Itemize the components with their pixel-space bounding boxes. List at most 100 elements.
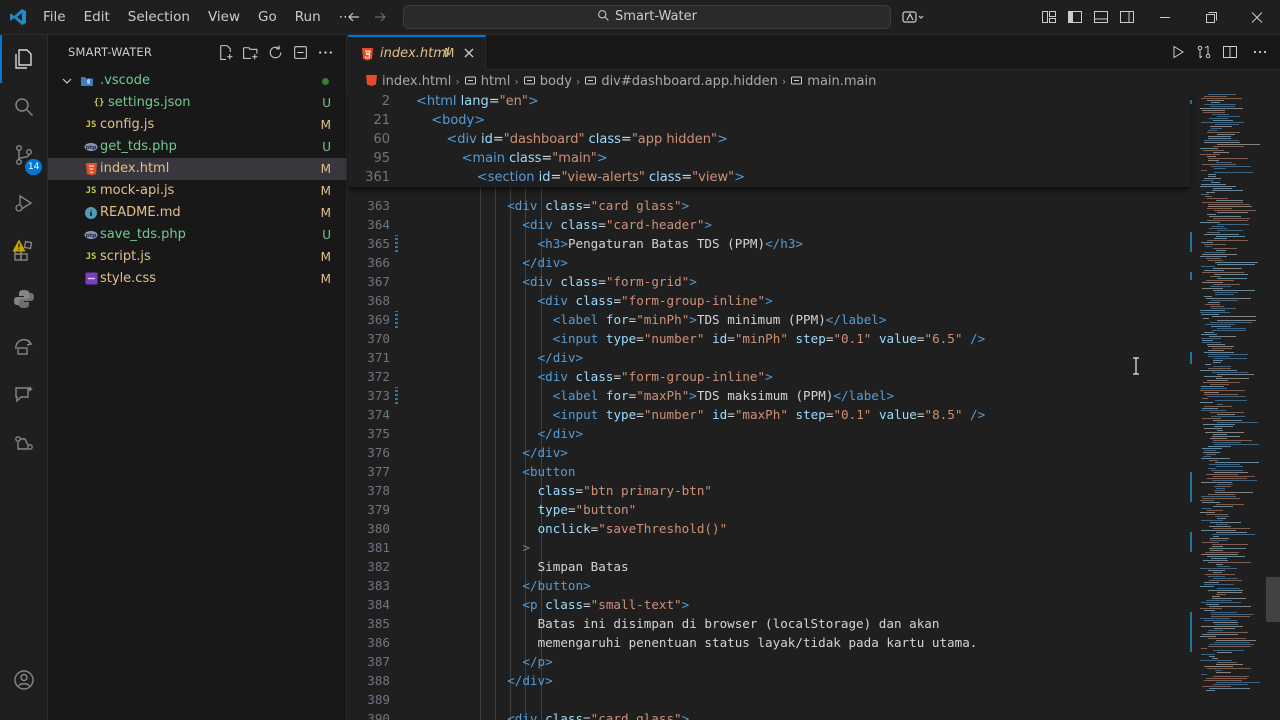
back-arrow-icon[interactable] xyxy=(346,9,362,25)
menu-item-0[interactable]: File xyxy=(34,0,75,35)
menu-item-3[interactable]: View xyxy=(199,0,249,35)
file-tree-item[interactable]: .vscode xyxy=(48,70,347,92)
code-line[interactable]: 382 Simpan Batas xyxy=(348,557,1190,576)
file-tree-item[interactable]: index.html M xyxy=(48,158,347,180)
menu-item-5[interactable]: Run xyxy=(286,0,330,35)
element-icon xyxy=(523,76,535,84)
account-icon[interactable] xyxy=(0,656,48,704)
file-tree-item[interactable]: php get_tds.php U xyxy=(48,136,347,158)
code-line[interactable]: 369 <label for="minPh">TDS minimum (PPM)<… xyxy=(348,310,1190,329)
minimap[interactable] xyxy=(1190,92,1280,720)
code-line[interactable]: 389 xyxy=(348,690,1190,709)
code-line[interactable]: 21 <body> xyxy=(348,111,1190,130)
minimap-line xyxy=(1209,580,1242,581)
code-line[interactable]: 375 </div> xyxy=(348,424,1190,443)
code-line[interactable]: 386 memengaruhi penentuan status layak/ti… xyxy=(348,633,1190,652)
code-line[interactable]: 2 <html lang="en"> xyxy=(348,92,1190,111)
file-tree-item[interactable]: {} settings.json U xyxy=(48,92,347,114)
tab-index-html[interactable]: index.html M xyxy=(348,35,486,70)
file-tree-item[interactable]: style.css M xyxy=(48,268,347,290)
minimap-line xyxy=(1210,126,1232,127)
chevron-down-icon[interactable] xyxy=(60,74,74,88)
file-tree-item[interactable]: php save_tds.php U xyxy=(48,224,347,246)
breadcrumb-item[interactable]: body xyxy=(523,74,572,89)
code-line[interactable]: 390 <div class="card glass"> xyxy=(348,709,1190,720)
code-line[interactable]: 378 class="btn primary-btn" xyxy=(348,481,1190,500)
customize-layout-icon[interactable] xyxy=(1041,9,1057,25)
toggle-secondary-sidebar-icon[interactable] xyxy=(1119,9,1135,25)
close-tab-icon[interactable] xyxy=(462,46,476,60)
code-line[interactable]: 379 type="button" xyxy=(348,500,1190,519)
code-line[interactable]: 95 <main class="main"> xyxy=(348,149,1190,168)
code-line[interactable]: 371 </div> xyxy=(348,348,1190,367)
toggle-panel-icon[interactable] xyxy=(1093,9,1109,25)
minimize-button[interactable] xyxy=(1142,0,1188,35)
code-token: step xyxy=(795,407,826,422)
code-token: = xyxy=(636,331,644,346)
breadcrumb-item[interactable]: html xyxy=(464,74,510,89)
code-line[interactable]: 387 </p> xyxy=(348,652,1190,671)
code-line[interactable]: 368 <div class="form-group-inline"> xyxy=(348,291,1190,310)
code-line[interactable]: 388 </div> xyxy=(348,671,1190,690)
refresh-icon[interactable] xyxy=(267,44,284,61)
run-file-icon[interactable] xyxy=(1170,44,1186,60)
search-view-icon[interactable] xyxy=(0,83,48,131)
code-line[interactable]: 370 <input type="number" id="minPh" step=… xyxy=(348,329,1190,348)
code-line[interactable]: 380 onclick="saveThreshold()" xyxy=(348,519,1190,538)
more-editor-actions-icon[interactable] xyxy=(1252,44,1268,60)
code-line[interactable]: 364 <div class="card-header"> xyxy=(348,215,1190,234)
toggle-primary-sidebar-icon[interactable] xyxy=(1067,9,1083,25)
code-line[interactable]: 377 <button xyxy=(348,462,1190,481)
menu-item-4[interactable]: Go xyxy=(249,0,286,35)
code-line[interactable]: 367 <div class="form-grid"> xyxy=(348,272,1190,291)
code-line[interactable]: 366 </div> xyxy=(348,253,1190,272)
file-tree-item[interactable]: JS mock-api.js M xyxy=(48,180,347,202)
file-name: settings.json xyxy=(108,95,191,110)
menu-item-2[interactable]: Selection xyxy=(119,0,199,35)
minimap-line xyxy=(1215,492,1253,493)
forward-arrow-icon[interactable] xyxy=(372,9,388,25)
compare-changes-icon[interactable] xyxy=(1196,44,1212,60)
split-editor-icon[interactable] xyxy=(1222,44,1238,60)
gitlens-icon[interactable] xyxy=(0,419,48,467)
remote-explorer-icon[interactable] xyxy=(0,323,48,371)
collapse-all-icon[interactable] xyxy=(292,44,309,61)
copilot-chat-icon[interactable] xyxy=(0,371,48,419)
code-line[interactable]: 384 <p class="small-text"> xyxy=(348,595,1190,614)
extensions-icon[interactable] xyxy=(0,227,48,275)
run-debug-icon[interactable] xyxy=(0,179,48,227)
copilot-icon[interactable] xyxy=(902,9,924,25)
code-line[interactable]: 374 <input type="number" id="maxPh" step=… xyxy=(348,405,1190,424)
minimap-line xyxy=(1210,540,1227,541)
command-center-search[interactable]: Smart-Water xyxy=(403,5,891,29)
file-name: mock-api.js xyxy=(100,183,175,198)
code-line[interactable]: 373 <label for="maxPh">TDS maksimum (PPM)… xyxy=(348,386,1190,405)
minimap-line xyxy=(1206,678,1247,679)
breadcrumb-item[interactable]: main.main xyxy=(790,74,876,89)
breadcrumb-item[interactable]: index.html xyxy=(365,74,451,89)
breadcrumb-item[interactable]: div#dashboard.app.hidden xyxy=(584,74,778,89)
code-line[interactable]: 60 <div id="dashboard" class="app hidden"… xyxy=(348,130,1190,149)
file-name: README.md xyxy=(100,205,181,220)
code-line[interactable]: 383 </button> xyxy=(348,576,1190,595)
file-tree-item[interactable]: JS script.js M xyxy=(48,246,347,268)
file-tree-item[interactable]: README.md M xyxy=(48,202,347,224)
new-file-icon[interactable] xyxy=(217,44,234,61)
code-line[interactable]: 361 <section id="view-alerts" class="view… xyxy=(348,168,1190,187)
python-icon[interactable] xyxy=(0,275,48,323)
explorer-icon[interactable] xyxy=(0,35,48,83)
code-line[interactable]: 381 > xyxy=(348,538,1190,557)
more-actions-icon[interactable] xyxy=(317,44,334,61)
code-line[interactable]: 385 Batas ini disimpan di browser (localS… xyxy=(348,614,1190,633)
code-line[interactable]: 376 </div> xyxy=(348,443,1190,462)
code-line[interactable]: 365 <h3>Pengaturan Batas TDS (PPM)</h3> xyxy=(348,234,1190,253)
code-line[interactable]: 363 <div class="card glass"> xyxy=(348,196,1190,215)
new-folder-icon[interactable] xyxy=(242,44,259,61)
file-tree-item[interactable]: JS config.js M xyxy=(48,114,347,136)
source-control-icon[interactable]: 14 xyxy=(0,131,48,179)
menu-item-1[interactable]: Edit xyxy=(75,0,119,35)
restore-button[interactable] xyxy=(1188,0,1234,35)
close-window-button[interactable] xyxy=(1234,0,1280,35)
code-line[interactable]: 372 <div class="form-group-inline"> xyxy=(348,367,1190,386)
scrollbar-thumb[interactable] xyxy=(1266,577,1280,622)
